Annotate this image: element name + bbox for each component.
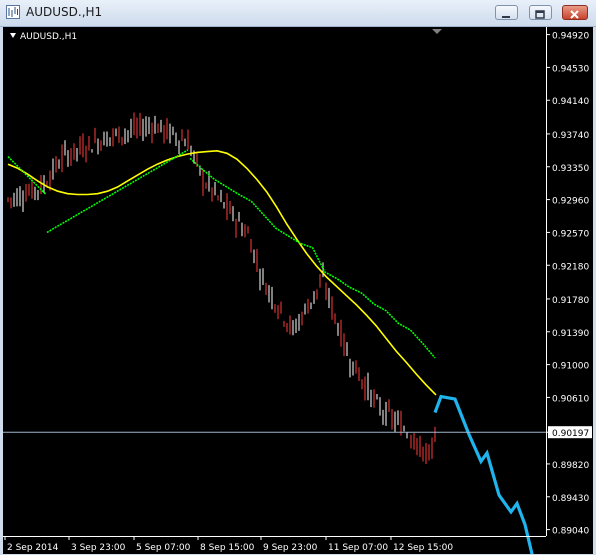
price-tick-label: 0.92570 <box>552 229 589 239</box>
title-bar[interactable]: AUDUSD.,H1 <box>0 0 596 27</box>
indicator-dots-green <box>7 156 47 196</box>
price-tick-label: 0.89040 <box>552 527 589 537</box>
time-tick-label: 3 Sep 23:00 <box>71 543 126 553</box>
time-tick-label: 5 Sep 07:00 <box>136 543 191 553</box>
time-tick-label: 12 Sep 15:00 <box>393 543 453 553</box>
price-tick-label: 0.94530 <box>552 64 589 74</box>
minimize-icon <box>502 16 510 18</box>
window-title: AUDUSD.,H1 <box>26 5 103 19</box>
chart-canvas[interactable]: 0.94920 0.94530 0.94140 0.93740 0.93350 0.929… <box>3 27 593 554</box>
time-tick-label: 11 Sep 07:00 <box>328 543 388 553</box>
price-tick-label: 0.89430 <box>552 494 589 504</box>
price-chart[interactable]: 0.94920 0.94530 0.94140 0.93740 0.93350 0.929… <box>3 27 593 554</box>
price-tick-label: 0.93350 <box>552 164 589 174</box>
chart-window-icon <box>6 5 20 19</box>
price-tick-label: 0.91390 <box>552 329 589 339</box>
price-tick-label: 0.94140 <box>552 97 589 107</box>
price-tick-label: 0.90610 <box>552 394 589 404</box>
time-tick-label: 9 Sep 23:00 <box>263 543 318 553</box>
price-tick-label: 0.91000 <box>552 362 589 372</box>
chart-shift-marker-icon[interactable] <box>432 29 442 34</box>
restore-button[interactable] <box>529 5 552 20</box>
price-tick-label: 0.94920 <box>552 32 589 42</box>
dropdown-triangle-icon <box>10 33 16 38</box>
close-icon <box>570 10 579 19</box>
close-button[interactable] <box>562 5 588 20</box>
price-tick-label: 0.90197 <box>552 429 589 439</box>
moving-average-yellow <box>7 149 437 396</box>
time-tick-label: 8 Sep 15:00 <box>200 543 255 553</box>
time-tick-label: 2 Sep 2014 <box>7 543 59 553</box>
minimize-button[interactable] <box>495 5 518 20</box>
price-tick-label: 0.92180 <box>552 262 589 272</box>
price-tick-label: 0.93740 <box>552 131 589 141</box>
indicator-dots-green <box>189 157 436 359</box>
price-tick-label: 0.89820 <box>552 461 589 471</box>
price-tick-label: 0.92960 <box>552 197 589 207</box>
restore-icon <box>535 10 545 19</box>
forecast-line <box>433 394 534 554</box>
symbol-label[interactable]: AUDUSD.,H1 <box>10 32 77 42</box>
price-tick-label: 0.91780 <box>552 296 589 306</box>
chart-window: AUDUSD.,H1 0.94920 0.94530 0.94140 0.93740 0… <box>0 0 596 555</box>
